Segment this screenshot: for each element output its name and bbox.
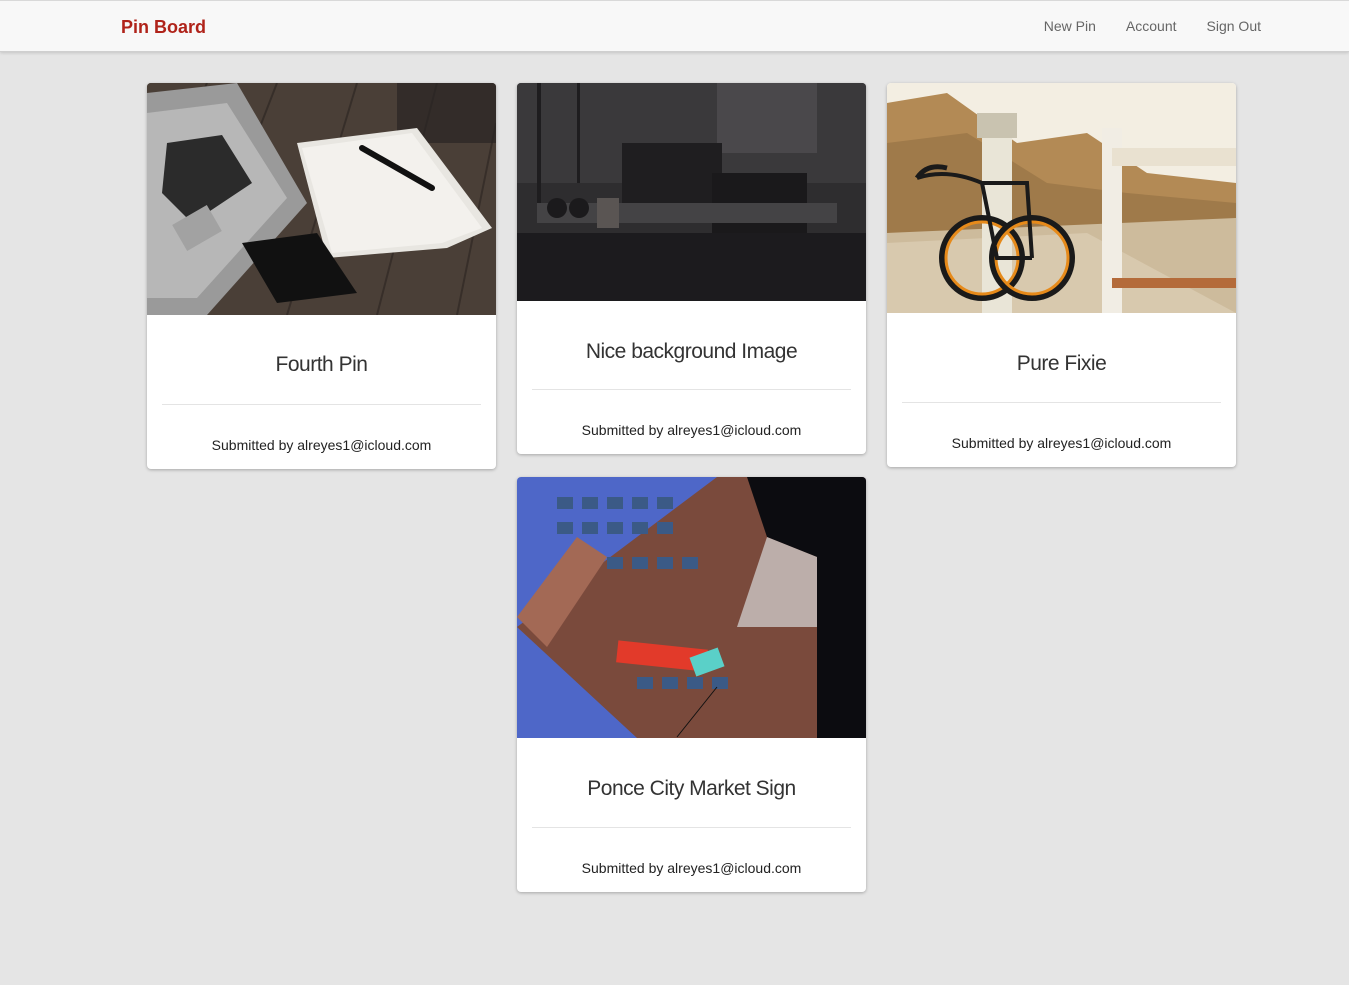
fixie-bicycle-photo[interactable]: [887, 83, 1236, 313]
submitted-by: Submitted by alreyes1@icloud.com: [951, 435, 1172, 451]
pin-card[interactable]: Fourth Pin Submitted by alreyes1@icloud.…: [147, 83, 496, 469]
pin-card[interactable]: Nice background Image Submitted by alrey…: [517, 83, 866, 454]
submitted-by: Submitted by alreyes1@icloud.com: [581, 422, 802, 438]
pin-title: Nice background Image: [585, 340, 798, 363]
building-sign-photo[interactable]: [517, 477, 866, 738]
navbar: Pin Board New Pin Account Sign Out: [0, 0, 1349, 52]
submitted-by: Submitted by alreyes1@icloud.com: [581, 860, 802, 876]
brand-link[interactable]: Pin Board: [121, 17, 206, 38]
new-pin-link[interactable]: New Pin: [1044, 18, 1096, 34]
nav-links: New Pin Account Sign Out: [1014, 18, 1261, 34]
pin-title: Fourth Pin: [275, 353, 368, 376]
submitted-by: Submitted by alreyes1@icloud.com: [211, 437, 432, 453]
sign-out-link[interactable]: Sign Out: [1207, 18, 1261, 34]
pin-title: Pure Fixie: [1016, 352, 1107, 375]
pin-card[interactable]: Ponce City Market Sign Submitted by alre…: [517, 477, 866, 892]
dark-office-desk-photo[interactable]: [517, 83, 866, 301]
pin-card[interactable]: Pure Fixie Submitted by alreyes1@icloud.…: [887, 83, 1236, 467]
account-link[interactable]: Account: [1126, 18, 1177, 34]
laptop-notebook-photo[interactable]: [147, 83, 496, 315]
pin-title: Ponce City Market Sign: [587, 777, 796, 800]
